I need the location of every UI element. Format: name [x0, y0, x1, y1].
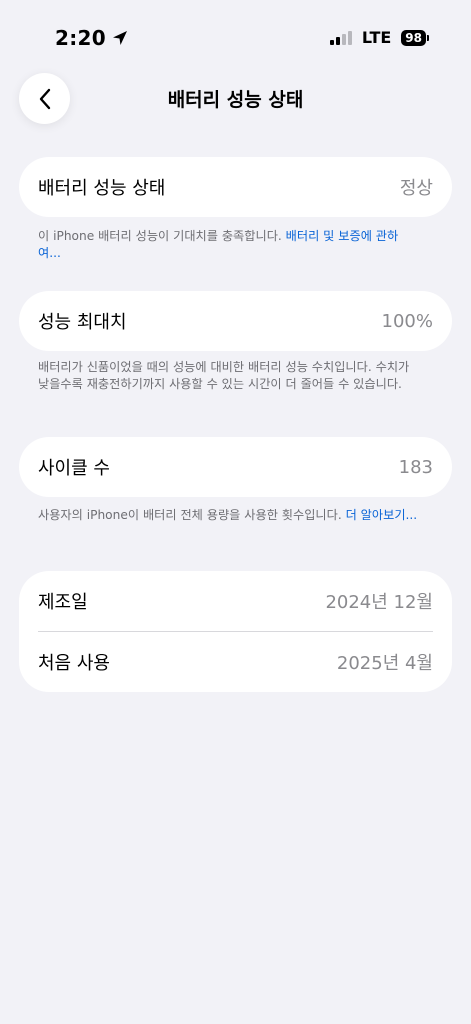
battery-health-label: 배터리 성능 상태: [38, 178, 166, 199]
cycle-count-row: 사이클 수 183: [19, 437, 452, 497]
maximum-capacity-card: 성능 최대치 100%: [19, 291, 452, 351]
battery-health-value: 정상: [399, 178, 433, 199]
status-indicators: LTE 98: [329, 28, 429, 47]
cycle-count-note-text: 사용자의 iPhone이 배터리 전체 용량을 사용한 횟수입니다.: [38, 508, 346, 522]
manufacture-date-label: 제조일: [38, 592, 88, 613]
maximum-capacity-label: 성능 최대치: [38, 312, 127, 333]
battery-health-card: 배터리 성능 상태 정상: [19, 157, 452, 217]
status-time: 2:20: [55, 26, 128, 50]
first-use-row: 처음 사용 2025년 4월: [19, 632, 452, 692]
maximum-capacity-row: 성능 최대치 100%: [19, 291, 452, 351]
battery-health-note-text: 이 iPhone 배터리 성능이 기대치를 충족합니다.: [38, 229, 286, 243]
page-title: 배터리 성능 상태: [167, 89, 304, 111]
maximum-capacity-note: 배터리가 신품이었을 때의 성능에 대비한 배터리 성능 수치입니다. 수치가 …: [38, 360, 410, 391]
network-type: LTE: [361, 28, 392, 47]
battery-health-row: 배터리 성능 상태 정상: [19, 157, 452, 217]
status-time-text: 2:20: [55, 26, 106, 50]
maximum-capacity-value: 100%: [381, 310, 433, 332]
battery-health-note: 이 iPhone 배터리 성능이 기대치를 충족합니다. 배터리 및 보증에 관…: [38, 228, 418, 261]
cycle-count-value: 183: [398, 456, 433, 478]
cycle-count-card: 사이클 수 183: [19, 437, 452, 497]
battery-dates-card: 제조일 2024년 12월 처음 사용 2025년 4월: [19, 571, 452, 692]
manufacture-date-row: 제조일 2024년 12월: [19, 571, 452, 631]
first-use-value: 2025년 4월: [336, 653, 433, 674]
learn-more-link[interactable]: 더 알아보기...: [346, 508, 418, 522]
battery-level: 98: [401, 29, 426, 46]
screen: 2:20 LTE 98 배터리 성능 상태 배터리 성능 상태 정상 이 iPh…: [0, 0, 471, 1024]
manufacture-date-value: 2024년 12월: [325, 592, 433, 613]
cellular-signal-icon: [329, 30, 352, 45]
cycle-count-note: 사용자의 iPhone이 배터리 전체 용량을 사용한 횟수입니다. 더 알아보…: [38, 507, 418, 524]
cycle-count-label: 사이클 수: [38, 458, 110, 479]
location-arrow-icon: [112, 31, 127, 45]
battery-icon: 98: [401, 29, 429, 46]
status-bar: 2:20 LTE 98: [0, 0, 471, 76]
first-use-label: 처음 사용: [38, 653, 110, 674]
